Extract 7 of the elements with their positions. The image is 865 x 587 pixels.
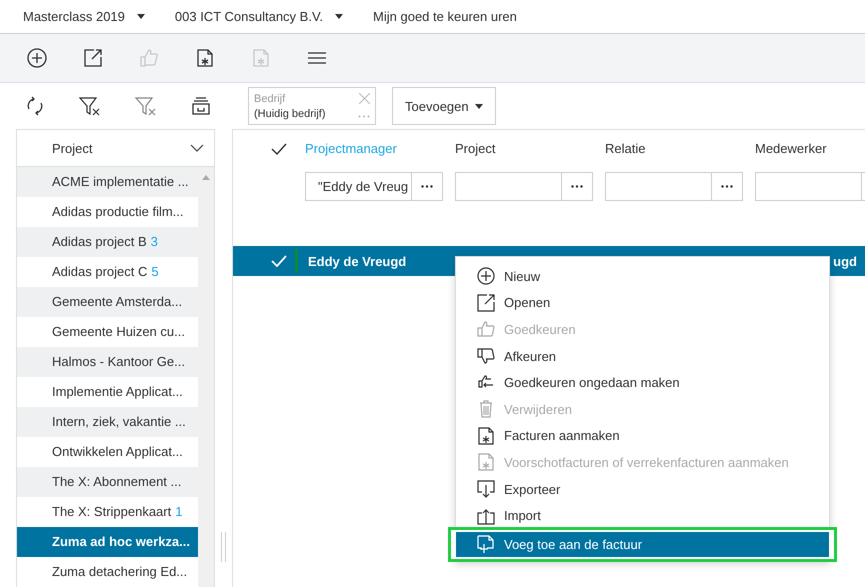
count: 5 bbox=[151, 264, 159, 279]
count: 3 bbox=[150, 234, 158, 249]
table-cell: ugd bbox=[833, 254, 857, 268]
table-cell: Eddy de Vreugd bbox=[308, 254, 406, 268]
field-value: (Huidig bedrijf) bbox=[254, 108, 326, 120]
count: 1 bbox=[175, 504, 182, 519]
field-label: Bedrijf bbox=[254, 92, 286, 104]
